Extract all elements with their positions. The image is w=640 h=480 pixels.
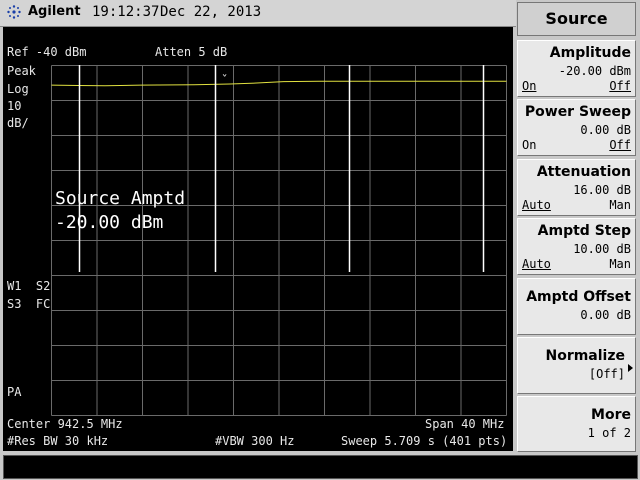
annotation-source-value: -20.00 dBm (55, 212, 164, 233)
detector-label: Peak (7, 64, 36, 78)
brand-name: Agilent (28, 4, 81, 19)
header-bar: Agilent 19:12:37 Dec 22, 2013 (0, 0, 516, 27)
pa-label: PA (7, 385, 22, 399)
amptd-step-auto-option: Auto (522, 257, 551, 271)
amptd-offset-value: 0.00 dB (580, 308, 631, 322)
trace-status-2: S3 FC (7, 297, 51, 311)
attenuation-value: 16.00 dB (573, 183, 631, 197)
clock-time: 19:12:37 (92, 4, 160, 20)
spectrum-display: Ref -40 dBm Atten 5 dB Peak Log 10 dB/ ˇ… (3, 27, 513, 451)
trace-status-1: W1 S2 (7, 279, 51, 293)
scale-type-label: Log (7, 82, 29, 96)
more-label: More (591, 407, 631, 423)
res-bw-readout: #Res BW 30 kHz (7, 434, 109, 448)
normalize-value: [Off] (588, 367, 625, 381)
attenuation-readout: Atten 5 dB (155, 45, 228, 59)
menu-title: Source (517, 2, 636, 36)
attenuation-label: Attenuation (536, 164, 631, 180)
center-frequency: Center 942.5 MHz (7, 417, 123, 431)
attenuation-softkey[interactable]: Attenuation 16.00 dB Auto Man (517, 159, 636, 216)
scale-value-label: 10 (7, 99, 22, 113)
amplitude-softkey[interactable]: Amplitude -20.00 dBm On Off (517, 40, 636, 97)
amptd-step-man-option: Man (609, 257, 631, 271)
power-sweep-value: 0.00 dB (580, 123, 631, 137)
amplitude-on-option: On (522, 79, 537, 93)
more-page-indicator: 1 of 2 (587, 426, 631, 440)
span-readout: Span 40 MHz (425, 417, 505, 431)
more-softkey[interactable]: More 1 of 2 (517, 396, 636, 452)
submenu-arrow-icon (628, 364, 633, 372)
amptd-offset-label: Amptd Offset (526, 289, 631, 305)
amplitude-value: -20.00 dBm (558, 64, 631, 78)
sweep-readout: Sweep 5.709 s (401 pts) (341, 434, 508, 448)
amptd-step-value: 10.00 dB (573, 242, 631, 256)
power-sweep-label: Power Sweep (524, 104, 631, 120)
clock-date: Dec 22, 2013 (160, 4, 262, 20)
scale-unit-label: dB/ (7, 116, 29, 130)
attenuation-auto-option: Auto (522, 198, 551, 212)
amptd-step-label: Amptd Step (537, 223, 631, 239)
attenuation-man-option: Man (609, 198, 631, 212)
annotation-source-amptd: Source Amptd (55, 188, 186, 209)
normalize-label: Normalize (545, 348, 625, 364)
softkey-panel: Source Amplitude -20.00 dBm On Off Power… (517, 2, 638, 452)
spectrum-plot (51, 65, 507, 416)
normalize-softkey[interactable]: Normalize [Off] (517, 337, 636, 394)
marker-symbol: ˇ (221, 73, 229, 87)
amplitude-off-option: Off (609, 79, 631, 93)
power-sweep-softkey[interactable]: Power Sweep 0.00 dB On Off (517, 99, 636, 156)
status-bar (3, 455, 638, 479)
power-sweep-on-option: On (522, 138, 537, 152)
vbw-readout: #VBW 300 Hz (215, 434, 295, 448)
ref-level: Ref -40 dBm (7, 45, 87, 59)
amplitude-label: Amplitude (549, 45, 631, 61)
power-sweep-off-option: Off (609, 138, 631, 152)
agilent-logo-icon (7, 5, 21, 19)
amptd-step-softkey[interactable]: Amptd Step 10.00 dB Auto Man (517, 218, 636, 275)
amptd-offset-softkey[interactable]: Amptd Offset 0.00 dB (517, 278, 636, 335)
graticule (51, 65, 507, 416)
